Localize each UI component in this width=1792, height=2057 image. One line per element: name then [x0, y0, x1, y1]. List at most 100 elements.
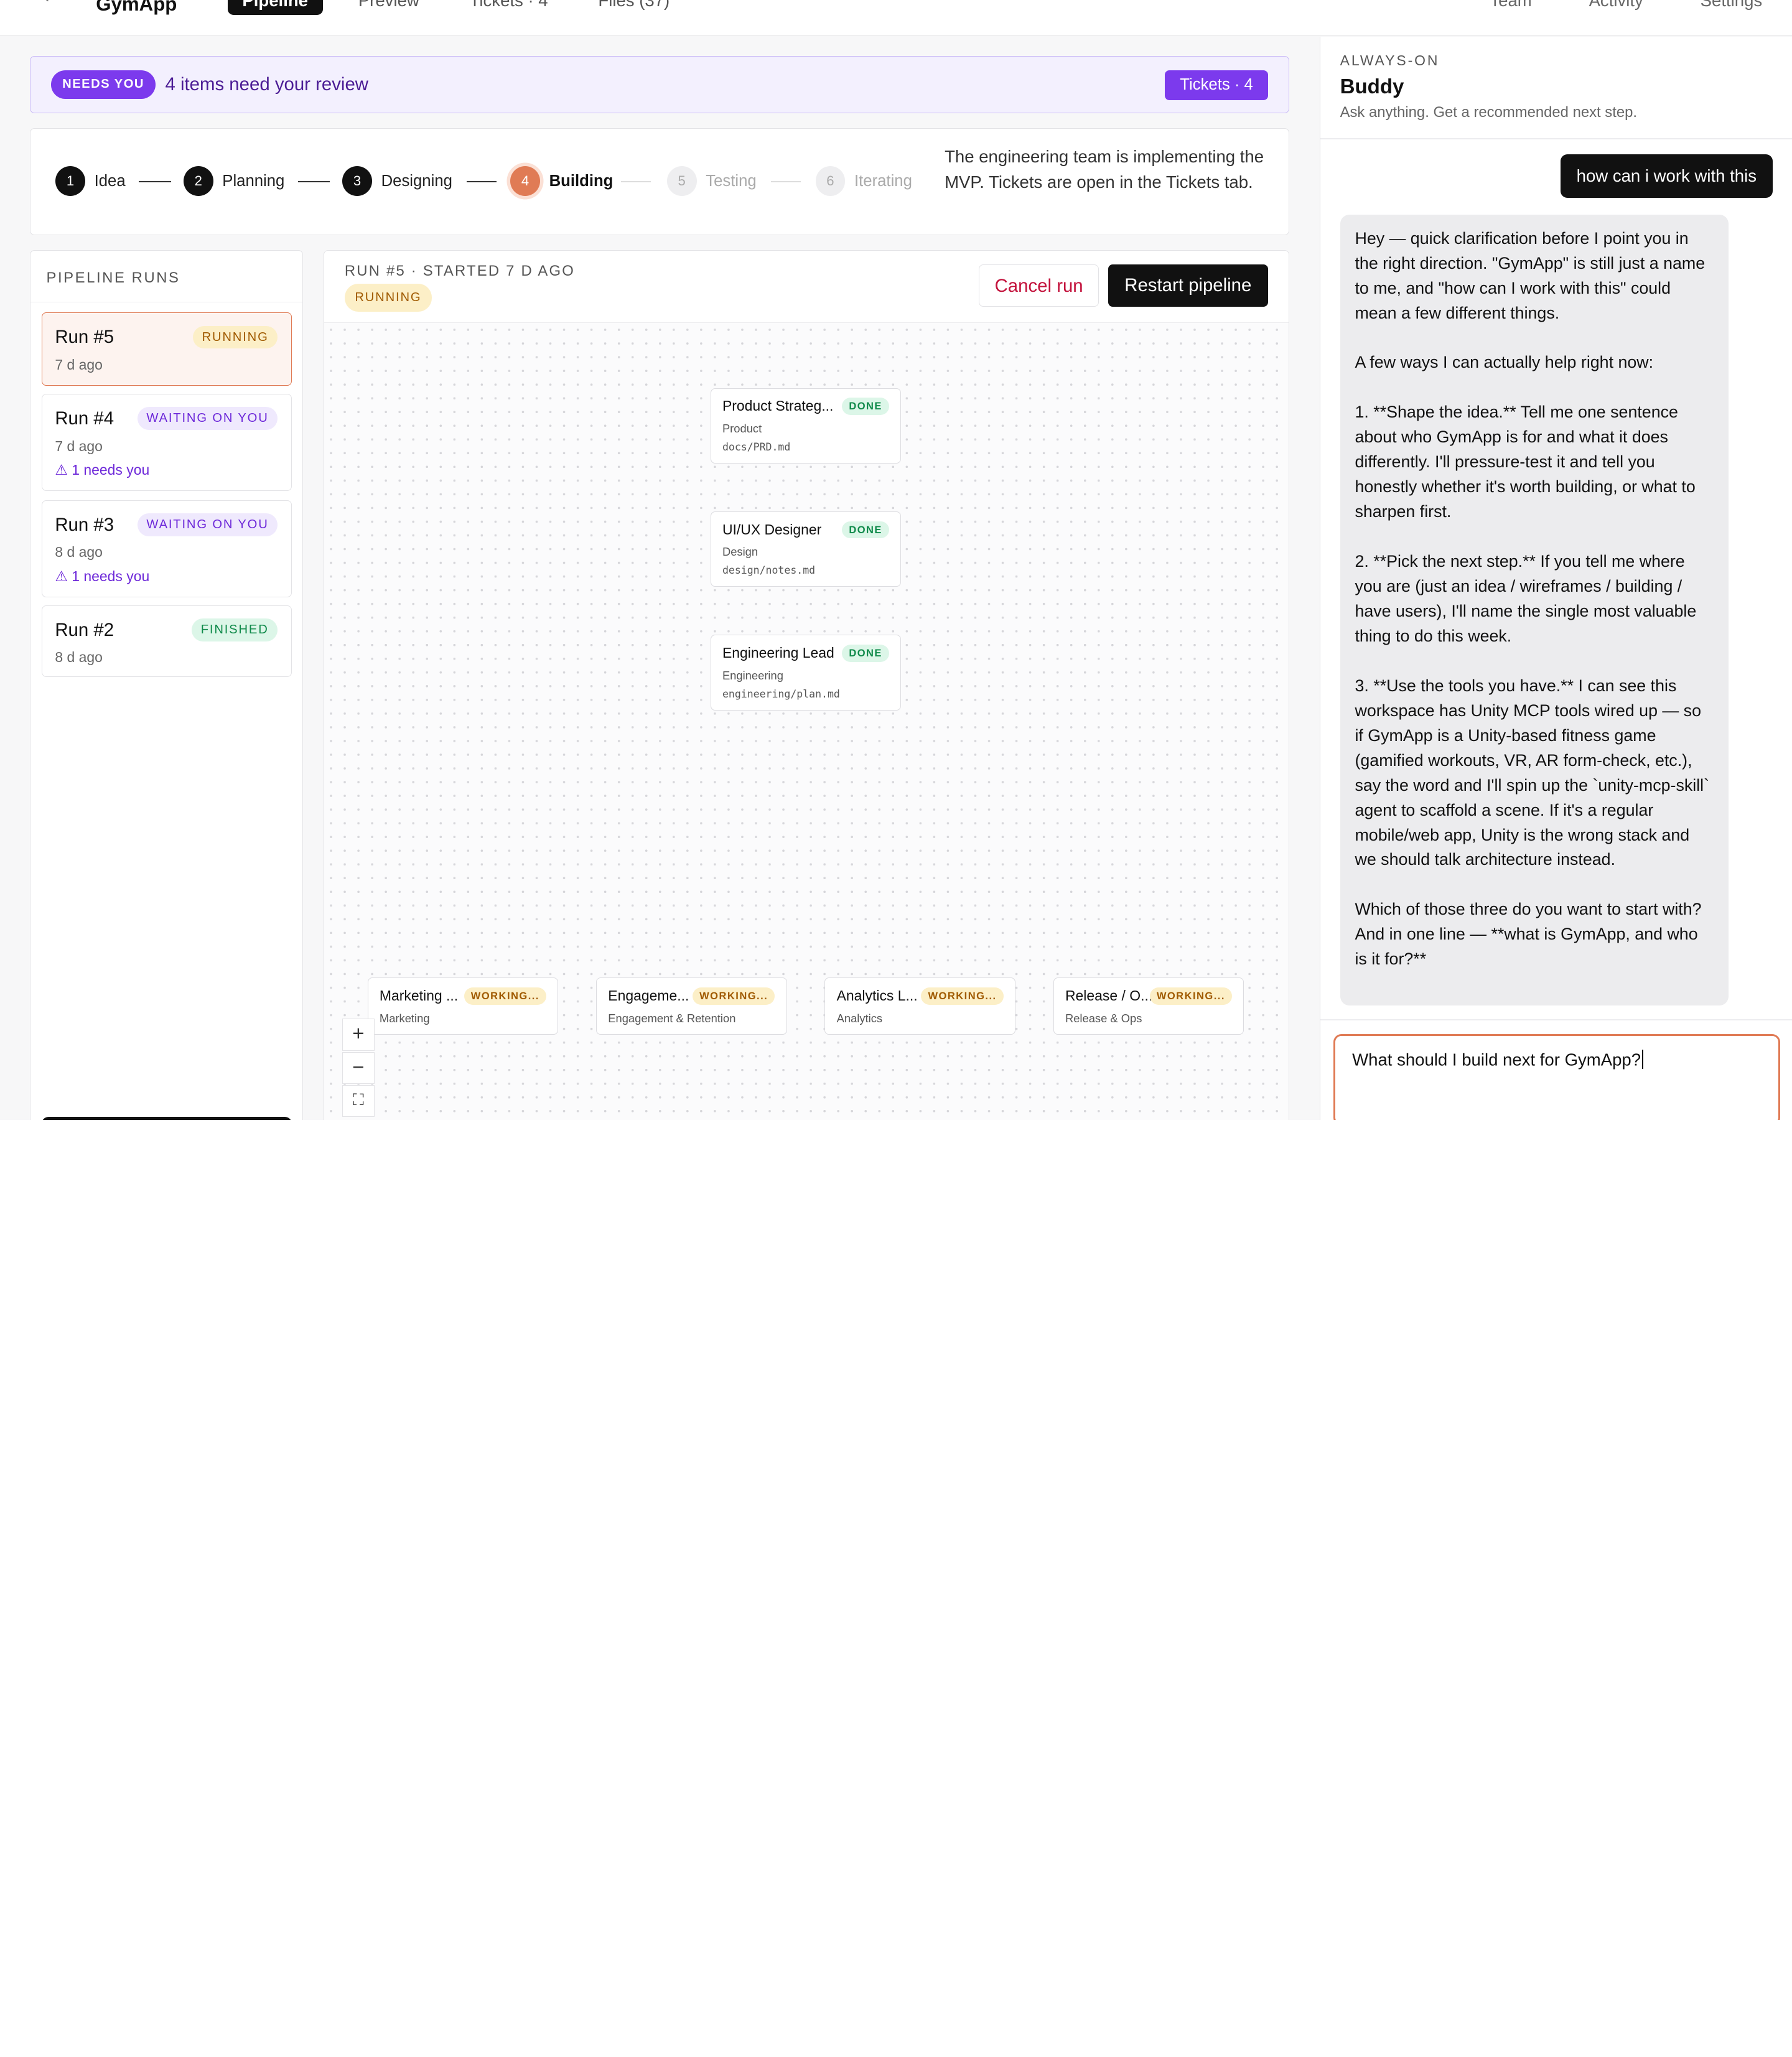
node-team: Design	[722, 545, 758, 559]
pipeline-stepper: 1 Idea 2 Planning 3 Designing 4 Building…	[29, 128, 1289, 236]
zoom-in-icon[interactable]: +	[342, 1019, 375, 1051]
nav-team[interactable]: Team	[1490, 0, 1531, 15]
step-connector	[297, 181, 330, 182]
run-card-3[interactable]: Run #3 WAITING ON YOU 8 d ago ⚠ 1 needs …	[42, 500, 292, 597]
run-age: 7 d ago	[55, 437, 103, 454]
assistant-panel: ALWAYS-ON Buddy Ask anything. Get a reco…	[1320, 36, 1792, 1120]
chat-input[interactable]: What should I build next for GymApp?	[1333, 1034, 1780, 1120]
agent-node-analytics[interactable]: Analytics L... WORKING... Analytics	[824, 977, 1015, 1035]
text-caret	[1641, 1050, 1643, 1070]
fit-view-icon[interactable]: ⛶	[342, 1085, 375, 1117]
node-file-link[interactable]: engineering/plan.md	[722, 688, 840, 700]
assistant-message: Hey — quick clarification before I point…	[1340, 215, 1729, 1006]
step-label: Planning	[222, 172, 285, 190]
stage-description: The engineering team is implementing the…	[945, 147, 1264, 192]
main-area: NEEDS YOU 4 items need your review Ticke…	[0, 36, 1320, 1120]
node-team: Product	[722, 421, 762, 435]
step-label: Testing	[706, 172, 757, 190]
pipeline-canvas[interactable]: Product Strateg... DONE Product docs/PRD…	[324, 322, 1289, 1120]
assistant-name: Buddy	[1340, 75, 1404, 99]
new-run-button[interactable]	[42, 1117, 292, 1120]
step-label: Iterating	[854, 172, 912, 190]
node-status-badge: WORKING...	[1149, 987, 1232, 1005]
step-number: 1	[55, 166, 85, 197]
step-planning: 2 Planning	[183, 166, 285, 197]
app-window: ‹ GymApp Pipeline Preview Tickets · 4 Fi…	[0, 0, 1792, 1120]
step-number: 3	[342, 166, 372, 197]
chat-input-text: What should I build next for GymApp?	[1352, 1050, 1641, 1070]
run-title: Run #2	[55, 619, 114, 640]
node-status-badge: WORKING...	[921, 987, 1004, 1005]
step-label: Building	[549, 172, 614, 190]
app-name: GymApp	[96, 0, 177, 15]
nav-activity[interactable]: Activity	[1589, 0, 1643, 15]
tab-preview[interactable]: Preview	[343, 0, 434, 15]
agent-node-marketing[interactable]: Marketing ... WORKING... Marketing	[367, 977, 559, 1035]
node-title: UI/UX Designer	[722, 521, 822, 538]
node-file-link[interactable]: design/notes.md	[722, 564, 815, 576]
node-team: Release & Ops	[1065, 1011, 1142, 1025]
main-nav: Pipeline Preview Tickets · 4 Files (37)	[227, 0, 706, 15]
run-detail-header: RUN #5 · STARTED 7 D AGO RUNNING Cancel …	[324, 251, 1289, 323]
assistant-kicker: ALWAYS-ON	[1340, 52, 1440, 69]
status-badge: FINISHED	[192, 618, 278, 641]
tab-pipeline[interactable]: Pipeline	[227, 0, 323, 15]
tickets-button[interactable]: Tickets · 4	[1165, 70, 1268, 100]
step-number: 6	[815, 166, 846, 197]
run-card-2[interactable]: Run #2 FINISHED 8 d ago	[42, 605, 292, 678]
node-title: Engageme...	[608, 987, 689, 1004]
zoom-out-icon[interactable]: −	[342, 1052, 375, 1084]
top-bar: ‹ GymApp Pipeline Preview Tickets · 4 Fi…	[0, 0, 1792, 35]
step-connector	[139, 181, 171, 182]
nav-settings[interactable]: Settings	[1701, 0, 1763, 15]
needs-you-pill: NEEDS YOU	[50, 70, 156, 99]
step-idea: 1 Idea	[55, 166, 126, 197]
run-age: 8 d ago	[55, 544, 103, 561]
step-label: Designing	[381, 172, 452, 190]
run-title: Run #5	[55, 327, 114, 348]
node-team: Engineering	[722, 668, 783, 682]
agent-node-product-strategist[interactable]: Product Strateg... DONE Product docs/PRD…	[710, 388, 902, 464]
user-message: how can i work with this	[1560, 154, 1773, 198]
right-nav: Team Activity Settings	[1490, 0, 1762, 15]
restart-pipeline-button[interactable]: Restart pipeline	[1108, 264, 1268, 307]
run-age: 7 d ago	[55, 357, 103, 373]
node-title: Engineering Lead	[722, 645, 834, 661]
status-badge: RUNNING	[192, 325, 278, 349]
run-label: RUN #5 · STARTED 7 D AGO	[344, 262, 576, 279]
run-card-4[interactable]: Run #4 WAITING ON YOU 7 d ago ⚠ 1 needs …	[42, 393, 292, 491]
run-title: Run #3	[55, 514, 114, 535]
review-message: 4 items need your review	[165, 73, 369, 95]
divider	[1320, 1019, 1792, 1021]
tab-files[interactable]: Files (37)	[584, 0, 685, 15]
step-designing: 3 Designing	[342, 166, 452, 197]
back-icon[interactable]: ‹	[44, 0, 50, 7]
divider	[1320, 138, 1792, 140]
step-connector	[467, 181, 497, 182]
status-badge: RUNNING	[344, 284, 432, 312]
node-file-link[interactable]: docs/PRD.md	[722, 441, 790, 453]
step-building: 4 Building	[510, 166, 614, 197]
status-badge: WAITING ON YOU	[137, 513, 278, 536]
run-detail-panel: RUN #5 · STARTED 7 D AGO RUNNING Cancel …	[323, 250, 1289, 1120]
node-status-badge: WORKING...	[693, 987, 775, 1005]
agent-node-uiux-designer[interactable]: UI/UX Designer DONE Design design/notes.…	[710, 511, 902, 587]
review-banner: NEEDS YOU 4 items need your review Ticke…	[29, 55, 1289, 113]
step-number: 4	[510, 166, 540, 197]
tab-tickets[interactable]: Tickets · 4	[455, 0, 563, 15]
needs-you-link[interactable]: ⚠ 1 needs you	[55, 462, 149, 478]
node-status-badge: DONE	[842, 645, 889, 662]
node-team: Marketing	[379, 1011, 430, 1025]
step-testing: 5 Testing	[666, 166, 757, 197]
agent-node-engagement[interactable]: Engageme... WORKING... Engagement & Rete…	[595, 977, 787, 1035]
cancel-run-button[interactable]: Cancel run	[979, 264, 1099, 307]
agent-node-engineering-lead[interactable]: Engineering Lead DONE Engineering engine…	[710, 635, 902, 711]
node-status-badge: WORKING...	[464, 987, 546, 1005]
step-label: Idea	[94, 172, 126, 190]
assistant-subtitle: Ask anything. Get a recommended next ste…	[1340, 104, 1638, 121]
agent-node-release-ops[interactable]: Release / O... WORKING... Release & Ops	[1053, 977, 1244, 1035]
node-status-badge: DONE	[842, 521, 889, 539]
needs-you-link[interactable]: ⚠ 1 needs you	[55, 568, 149, 585]
runs-header: PIPELINE RUNS	[30, 251, 302, 302]
run-card-5[interactable]: Run #5 RUNNING 7 d ago	[42, 312, 292, 386]
